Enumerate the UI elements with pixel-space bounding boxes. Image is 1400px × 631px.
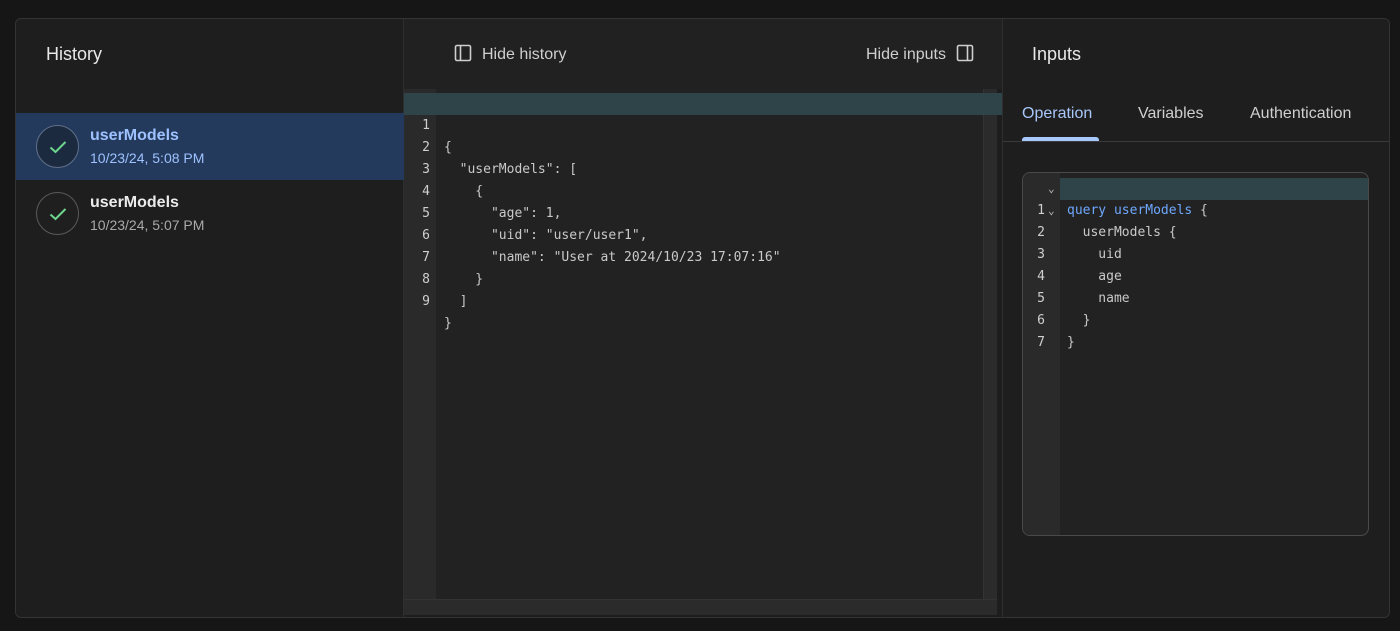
line-text: } xyxy=(1067,335,1075,350)
history-item-time: 10/23/24, 5:08 PM xyxy=(90,150,205,166)
code-line: 1 ⌄ query userModels { xyxy=(1023,178,1368,218)
code-line: 5 "uid": "user/user1", xyxy=(404,181,1002,243)
left-panel-icon xyxy=(454,44,472,67)
line-number: 9 xyxy=(422,294,430,309)
history-item[interactable]: userModels 10/23/24, 5:08 PM xyxy=(16,113,404,180)
hide-history-label: Hide history xyxy=(482,46,567,63)
code-line: 2 "userModels": [ xyxy=(404,115,1002,177)
tab-variables[interactable]: Variables xyxy=(1138,105,1204,123)
history-item-time: 10/23/24, 5:07 PM xyxy=(90,217,205,233)
code-line: 6 } xyxy=(1023,288,1368,328)
code-line: 3 uid xyxy=(1023,222,1368,262)
line-content: } xyxy=(1060,288,1368,328)
code-line: 7 } xyxy=(404,225,1002,287)
code-line: 1 { xyxy=(404,93,1002,155)
code-line: 5 name xyxy=(1023,266,1368,306)
code-line: 3 { xyxy=(404,137,1002,199)
code-line: 2 ⌄ userModels { xyxy=(1023,200,1368,240)
code-line: 9 } xyxy=(404,269,1002,331)
hide-inputs-label: Hide inputs xyxy=(865,46,946,63)
line-text: } xyxy=(444,316,452,331)
line-content: uid xyxy=(1060,222,1368,262)
history-item-name: userModels xyxy=(90,194,179,211)
code-line: 7 } xyxy=(1023,310,1368,350)
hide-inputs-button[interactable]: Hide inputs xyxy=(866,43,974,67)
response-toolbar: Hide history Hide inputs xyxy=(404,19,1002,89)
response-panel: Hide history Hide inputs 1 { 2 "userMode… xyxy=(404,19,1002,617)
line-content: name xyxy=(1060,266,1368,306)
tab-authentication[interactable]: Authentication xyxy=(1250,105,1351,123)
line-content: age xyxy=(1060,244,1368,284)
code-line: 4 "age": 1, xyxy=(404,159,1002,221)
history-item[interactable]: userModels 10/23/24, 5:07 PM xyxy=(16,180,404,247)
code-line: 6 "name": "User at 2024/10/23 17:07:16" xyxy=(404,203,1002,265)
code-line: 4 age xyxy=(1023,244,1368,284)
inputs-tabs: Operation Variables Authentication xyxy=(1003,93,1389,142)
fold-chevron-icon[interactable]: ⌄ xyxy=(1048,178,1055,200)
check-icon xyxy=(36,125,79,168)
app-frame: History userModels 10/23/24, 5:08 PM use… xyxy=(15,18,1390,618)
line-number: 7 xyxy=(1037,335,1045,350)
response-editor[interactable]: 1 { 2 "userModels": [ 3 { 4 "age": 1, 5 … xyxy=(404,89,1002,617)
hide-history-button[interactable]: Hide history xyxy=(454,43,566,67)
line-content: query userModels { xyxy=(1060,178,1368,218)
tab-operation[interactable]: Operation xyxy=(1022,105,1092,123)
inputs-title: Inputs xyxy=(1032,44,1082,64)
history-title: History xyxy=(46,44,103,64)
active-tab-indicator xyxy=(1022,137,1099,141)
inputs-panel: Inputs Operation Variables Authenticatio… xyxy=(1002,19,1389,617)
check-icon xyxy=(36,192,79,235)
fold-chevron-icon[interactable]: ⌄ xyxy=(1048,200,1055,222)
history-panel: History userModels 10/23/24, 5:08 PM use… xyxy=(16,19,404,617)
right-panel-icon xyxy=(956,44,974,67)
horizontal-scrollbar[interactable] xyxy=(404,599,997,615)
line-content: userModels { xyxy=(1060,200,1368,240)
operation-editor[interactable]: 1 ⌄ query userModels { 2 ⌄ userModels { … xyxy=(1022,172,1369,536)
code-line: 8 ] xyxy=(404,247,1002,309)
line-content: } xyxy=(1060,310,1368,350)
history-item-name: userModels xyxy=(90,127,179,144)
